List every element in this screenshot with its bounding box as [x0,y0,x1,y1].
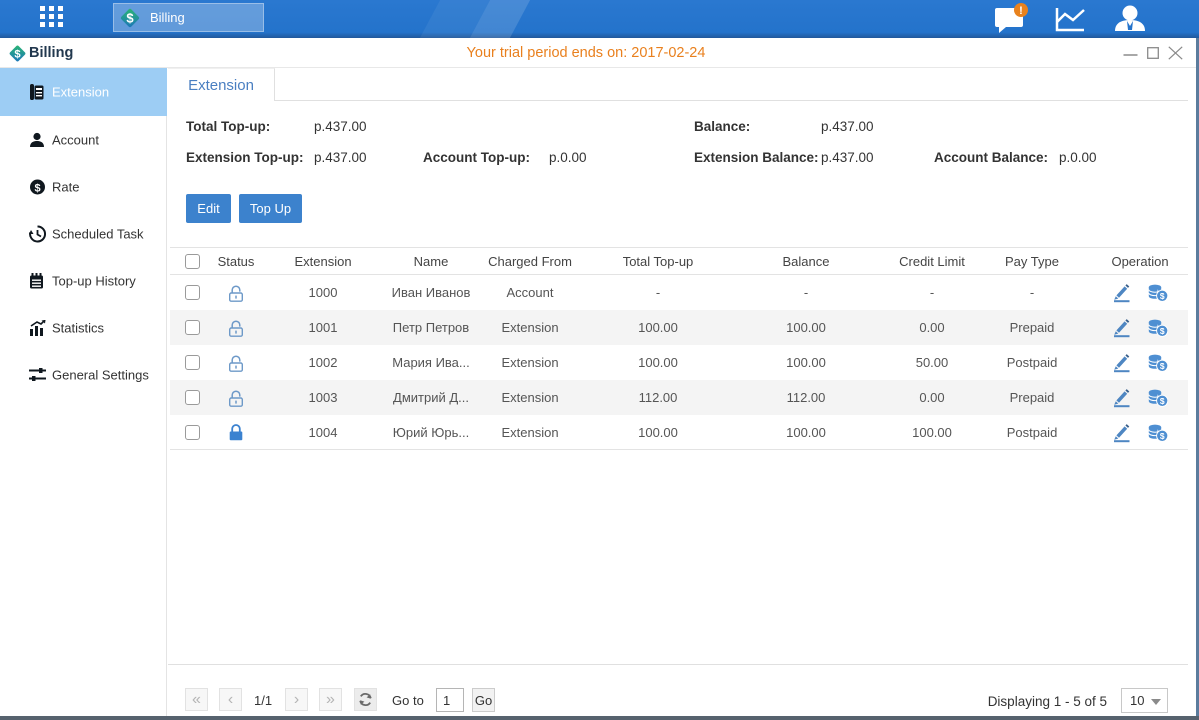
svg-text:$: $ [1160,431,1165,441]
svg-text:$: $ [1160,361,1165,371]
svg-text:$: $ [1160,326,1165,336]
svg-text:$: $ [126,10,134,25]
svg-text:$: $ [1160,396,1165,406]
svg-text:$: $ [1160,291,1165,301]
svg-text:!: ! [1019,5,1023,17]
svg-text:$: $ [34,182,40,194]
